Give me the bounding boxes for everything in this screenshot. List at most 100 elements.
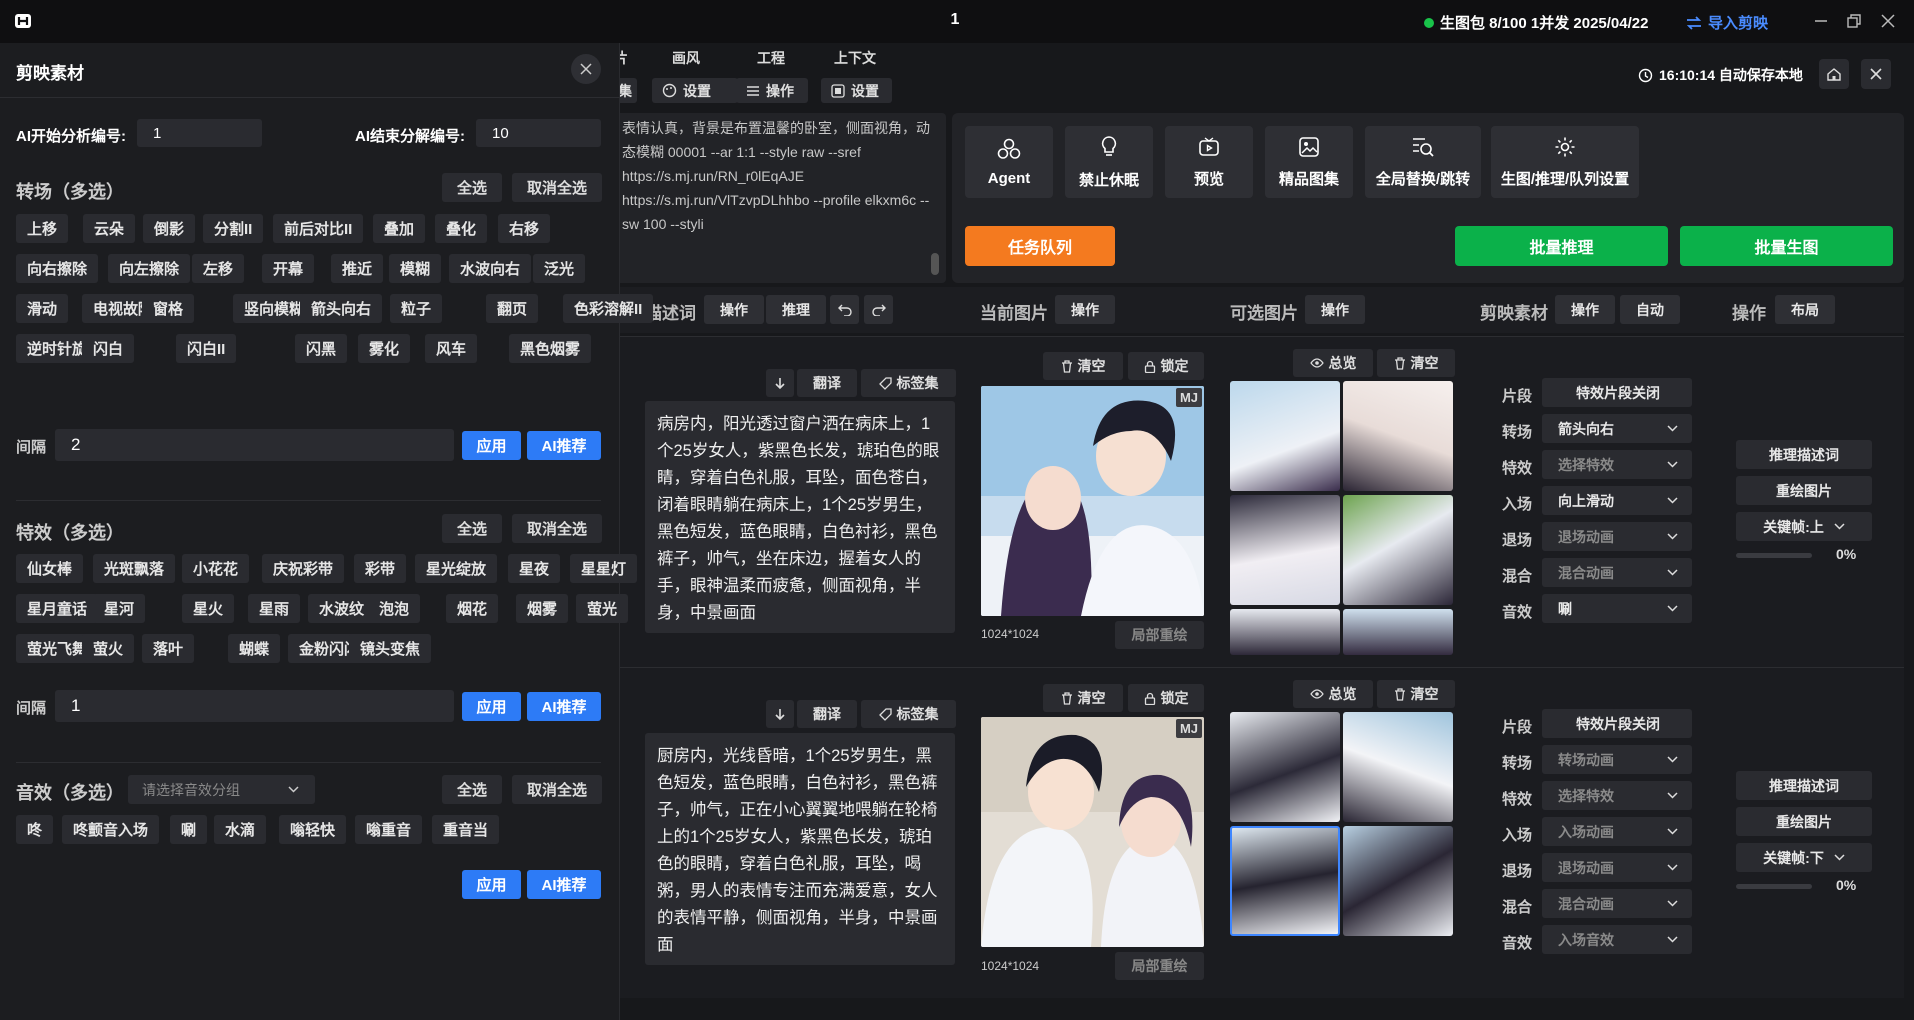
chip-transition[interactable]: 水波向右 [449,254,532,283]
chip-effect[interactable]: 萤火 [82,634,135,663]
sound-select[interactable]: 唰 [1542,594,1692,623]
sound-ai-recommend-button[interactable]: AI推荐 [527,870,601,899]
chip-effect[interactable]: 烟花 [446,594,499,623]
exit-select[interactable]: 退场动画 [1542,522,1692,551]
translate-button[interactable]: 翻译 [797,369,857,397]
clear-image-button[interactable]: 清空 [1043,684,1123,712]
chip-effect[interactable]: 光斑飘落 [93,554,176,583]
effect-ai-recommend-button[interactable]: AI推荐 [527,692,601,721]
overview-button[interactable]: 总览 [1293,680,1373,708]
chip-effect[interactable]: 星星灯 [570,554,638,583]
chip-transition[interactable]: 分割II [203,214,264,243]
chip-effect[interactable]: 小花花 [182,554,250,583]
toolbar-settings-button[interactable]: 设置 [652,78,738,103]
sound-apply-button[interactable]: 应用 [462,870,521,899]
close-editor-button[interactable] [1861,59,1891,89]
home-button[interactable] [1819,59,1849,89]
thumbnail[interactable] [1343,495,1453,605]
current-image[interactable]: MJ [981,717,1204,947]
chip-effect[interactable]: 仙女棒 [16,554,84,583]
ai-end-input[interactable]: 10 [476,119,601,147]
chip-transition[interactable]: 泛光 [533,254,586,283]
panel-close-button[interactable] [571,54,601,84]
keyframe-select[interactable]: 关键帧:下 [1736,843,1872,872]
effect-select[interactable]: 选择特效 [1542,450,1692,479]
move-down-button[interactable] [766,700,794,728]
chip-sound[interactable]: 嗡重音 [355,815,423,844]
chip-transition[interactable]: 推近 [331,254,384,283]
clear-optional-button[interactable]: 清空 [1377,349,1455,377]
jianying-auto-button[interactable]: 自动 [1620,295,1680,324]
sound-group-select[interactable]: 请选择音效分组 [128,775,315,804]
chip-effect[interactable]: 星光绽放 [415,554,498,583]
optional-op-button[interactable]: 操作 [1305,295,1365,324]
infer-description-button[interactable]: 推理描述词 [1736,771,1872,800]
thumbnail[interactable] [1343,826,1453,936]
jianying-op-button[interactable]: 操作 [1555,295,1615,324]
overview-button[interactable]: 总览 [1293,349,1373,377]
chip-effect[interactable]: 星夜 [508,554,561,583]
chip-effect[interactable]: 星火 [182,594,235,623]
undo-button[interactable] [830,295,859,324]
gallery-button[interactable]: 精品图集 [1265,126,1353,198]
chip-transition[interactable]: 叠化 [435,214,488,243]
effect-select-all-button[interactable]: 全选 [442,514,502,543]
chip-sound[interactable]: 咚颤音入场 [62,815,160,844]
chip-transition[interactable]: 色彩溶解II [563,294,654,323]
thumbnail[interactable] [1343,712,1453,822]
desc-op-button[interactable]: 操作 [704,295,764,324]
chip-effect[interactable]: 星雨 [248,594,301,623]
exit-select[interactable]: 退场动画 [1542,853,1692,882]
chip-sound[interactable]: 重音当 [432,815,500,844]
transition-ai-recommend-button[interactable]: AI推荐 [527,431,601,460]
local-redraw-button[interactable]: 局部重绘 [1115,952,1204,980]
effect-select[interactable]: 选择特效 [1542,781,1692,810]
chip-transition[interactable]: 前后对比II [273,214,364,243]
chip-transition[interactable]: 粒子 [390,294,443,323]
thumbnail-selected[interactable] [1230,826,1340,936]
clear-optional-button[interactable]: 清空 [1377,680,1455,708]
transition-deselect-all-button[interactable]: 取消全选 [512,173,602,202]
chip-transition[interactable]: 滑动 [16,294,69,323]
enter-select[interactable]: 入场动画 [1542,817,1692,846]
tab-project[interactable]: 工程 [757,48,785,68]
batch-infer-button[interactable]: 批量推理 [1455,226,1668,266]
redraw-image-button[interactable]: 重绘图片 [1736,476,1872,505]
chip-transition[interactable]: 闪黑 [295,334,348,363]
clear-image-button[interactable]: 清空 [1043,352,1123,380]
chip-sound[interactable]: 水滴 [214,815,267,844]
segment-effect-toggle[interactable]: 特效片段关闭 [1542,378,1692,407]
global-replace-button[interactable]: 全局替换/跳转 [1365,126,1481,198]
tab-style[interactable]: 画风 [672,48,700,68]
task-queue-button[interactable]: 任务队列 [965,226,1115,266]
prompt-scrollbar[interactable] [931,253,939,275]
description-text[interactable]: 厨房内，光线昏暗，1个25岁男生，黑色短发，蓝色眼睛，白色衬衫，黑色裤子，帅气，… [645,733,955,965]
chip-transition[interactable]: 闪白II [176,334,237,363]
transition-select[interactable]: 转场动画 [1542,745,1692,774]
chip-sound[interactable]: 嗡轻快 [279,815,347,844]
chip-effect[interactable]: 蝴蝶 [228,634,281,663]
effect-deselect-all-button[interactable]: 取消全选 [512,514,602,543]
local-redraw-button[interactable]: 局部重绘 [1115,621,1204,649]
keyframe-select[interactable]: 关键帧:上 [1736,512,1872,541]
chip-transition[interactable]: 黑色烟雾 [509,334,592,363]
current-op-button[interactable]: 操作 [1055,295,1115,324]
chip-effect[interactable]: 落叶 [142,634,195,663]
chip-transition[interactable]: 窗格 [142,294,195,323]
toolbar-operation-button[interactable]: 操作 [736,78,808,103]
sound-select-all-button[interactable]: 全选 [442,775,502,804]
transition-select-all-button[interactable]: 全选 [442,173,502,202]
transition-apply-button[interactable]: 应用 [462,431,521,460]
batch-generate-button[interactable]: 批量生图 [1680,226,1893,266]
blend-select[interactable]: 混合动画 [1542,558,1692,587]
enter-select[interactable]: 向上滑动 [1542,486,1692,515]
close-window-icon[interactable] [1879,12,1897,30]
chip-effect[interactable]: 彩带 [354,554,407,583]
transition-interval-input[interactable]: 2 [55,429,454,461]
ai-start-input[interactable]: 1 [137,119,262,147]
preview-button[interactable]: 预览 [1165,126,1253,198]
redraw-image-button[interactable]: 重绘图片 [1736,807,1872,836]
chip-transition[interactable]: 风车 [425,334,478,363]
effect-apply-button[interactable]: 应用 [462,692,521,721]
chip-transition[interactable]: 开幕 [262,254,315,283]
